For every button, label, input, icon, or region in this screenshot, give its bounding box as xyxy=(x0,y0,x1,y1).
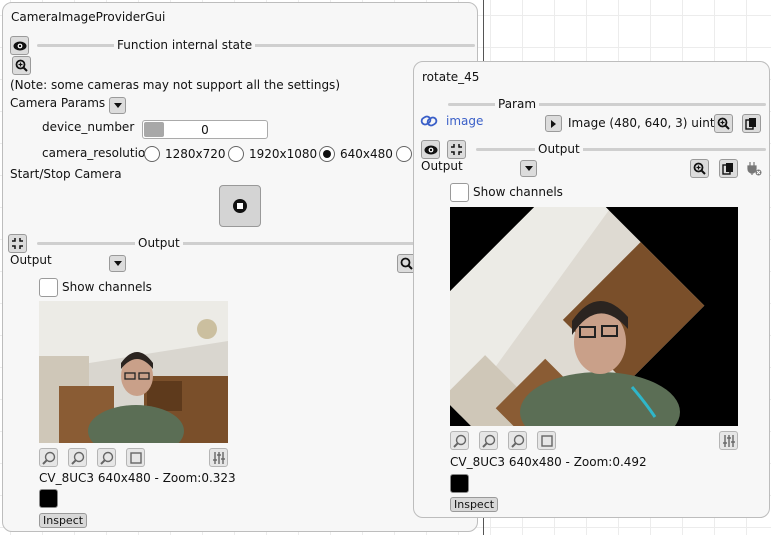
copy-icon xyxy=(722,163,733,175)
output-section-title: Output xyxy=(135,236,183,250)
show-channels-checkbox[interactable] xyxy=(39,278,58,297)
show-channels-checkbox[interactable] xyxy=(450,183,469,202)
zoom-out-button[interactable] xyxy=(479,431,498,450)
compress-icon xyxy=(12,238,23,249)
zoom-in-icon xyxy=(400,257,413,270)
output-dropdown[interactable] xyxy=(109,255,126,272)
zoom-out-button[interactable] xyxy=(68,448,87,467)
camera-frame-image xyxy=(39,301,228,443)
pixel-color-swatch xyxy=(39,489,58,508)
zoom-out-icon xyxy=(71,451,85,465)
zoom-reset-button[interactable] xyxy=(97,448,116,467)
collapse-output-button[interactable] xyxy=(8,234,27,253)
output-zoom-button[interactable] xyxy=(690,159,709,178)
image-options-button[interactable] xyxy=(719,431,738,450)
output-label: Output xyxy=(10,253,52,267)
output-label: Output xyxy=(421,159,463,173)
device-number-slider[interactable]: 0 xyxy=(142,120,268,139)
node-title: rotate_45 xyxy=(422,70,480,84)
chevron-down-icon xyxy=(524,166,533,171)
collapse-output-button[interactable] xyxy=(447,140,466,159)
start-stop-camera-button[interactable] xyxy=(219,185,261,227)
sliders-icon xyxy=(213,452,225,464)
device-number-label: device_number xyxy=(42,120,135,134)
fit-view-button[interactable] xyxy=(126,448,145,467)
link-icon xyxy=(420,115,438,127)
inspect-button[interactable]: Inspect xyxy=(39,513,88,528)
zoom-in-button[interactable] xyxy=(450,431,469,450)
show-channels-label: Show channels xyxy=(62,280,152,294)
zoom-in-icon xyxy=(693,162,706,175)
output-section-title: Output xyxy=(535,142,583,156)
zoom-reset-icon xyxy=(100,451,114,465)
chevron-down-icon xyxy=(113,261,122,266)
param-name-link[interactable]: image xyxy=(446,114,483,128)
rotated-frame-image xyxy=(450,207,738,426)
resolution-option-label: 640x480 xyxy=(340,147,393,161)
fullscreen-icon xyxy=(130,452,142,464)
toggle-visibility-button[interactable] xyxy=(421,140,440,159)
zoom-in-icon xyxy=(15,59,28,72)
chevron-right-icon xyxy=(551,119,556,128)
zoom-out-icon xyxy=(482,434,496,448)
param-faded-icon xyxy=(422,95,436,105)
rotated-image-view[interactable] xyxy=(450,207,738,426)
zoom-in-button[interactable] xyxy=(39,448,58,467)
start-stop-label: Start/Stop Camera xyxy=(10,167,122,181)
image-info-text: CV_8UC3 640x480 - Zoom:0.323 xyxy=(39,471,236,485)
resolution-option-label: 1280x720 xyxy=(165,147,226,161)
note-text: (Note: some cameras may not support all … xyxy=(10,78,340,92)
toggle-visibility-button[interactable] xyxy=(10,36,29,55)
section-title: Function internal state xyxy=(114,38,256,52)
fit-view-button[interactable] xyxy=(537,431,556,450)
image-info-text: CV_8UC3 640x480 - Zoom:0.492 xyxy=(450,455,647,469)
param-expand-toggle[interactable] xyxy=(545,115,562,132)
sliders-icon xyxy=(723,435,735,447)
zoom-reset-icon xyxy=(511,434,525,448)
device-number-value: 0 xyxy=(201,123,209,137)
zoom-in-icon xyxy=(42,451,56,465)
eye-icon xyxy=(424,145,437,154)
zoom-button[interactable] xyxy=(12,56,31,75)
inspect-button[interactable]: Inspect xyxy=(450,497,499,512)
image-options-button[interactable] xyxy=(209,448,228,467)
camera-image-provider-node[interactable]: CameraImageProviderGui Function internal… xyxy=(2,2,478,532)
pixel-color-swatch xyxy=(450,474,469,493)
camera-params-toggle[interactable] xyxy=(109,97,126,114)
stop-icon xyxy=(233,199,247,213)
zoom-in-icon xyxy=(453,434,467,448)
resolution-radio-640x480[interactable] xyxy=(319,146,335,162)
chevron-down-icon xyxy=(113,103,122,108)
resolution-radio-1920x1080[interactable] xyxy=(228,146,244,162)
resolution-option-label: 1920x1080 xyxy=(249,147,318,161)
zoom-in-icon xyxy=(717,117,730,130)
zoom-reset-button[interactable] xyxy=(508,431,527,450)
camera-params-label: Camera Params xyxy=(10,96,106,110)
output-dropdown[interactable] xyxy=(520,160,537,177)
node-title: CameraImageProviderGui xyxy=(11,10,166,24)
resolution-radio-more[interactable] xyxy=(396,146,412,162)
output-copy-button[interactable] xyxy=(719,159,738,178)
copy-icon xyxy=(745,118,756,130)
camera-resolution-label: camera_resolutio.. xyxy=(42,146,153,160)
resolution-radio-1280x720[interactable] xyxy=(144,146,160,162)
param-zoom-button[interactable] xyxy=(714,114,733,133)
unplug-icon[interactable] xyxy=(747,161,762,176)
show-channels-label: Show channels xyxy=(473,185,563,199)
fullscreen-icon xyxy=(541,435,553,447)
compress-icon xyxy=(451,144,462,155)
param-value-text: Image (480, 640, 3) uint8 xyxy=(568,116,723,130)
camera-image-view[interactable] xyxy=(39,301,228,443)
param-section-title: Param xyxy=(495,97,540,111)
param-copy-button[interactable] xyxy=(742,114,761,133)
rotate-45-node[interactable]: rotate_45 Param image Image (480, 640, 3… xyxy=(413,61,770,518)
eye-icon xyxy=(13,41,26,50)
